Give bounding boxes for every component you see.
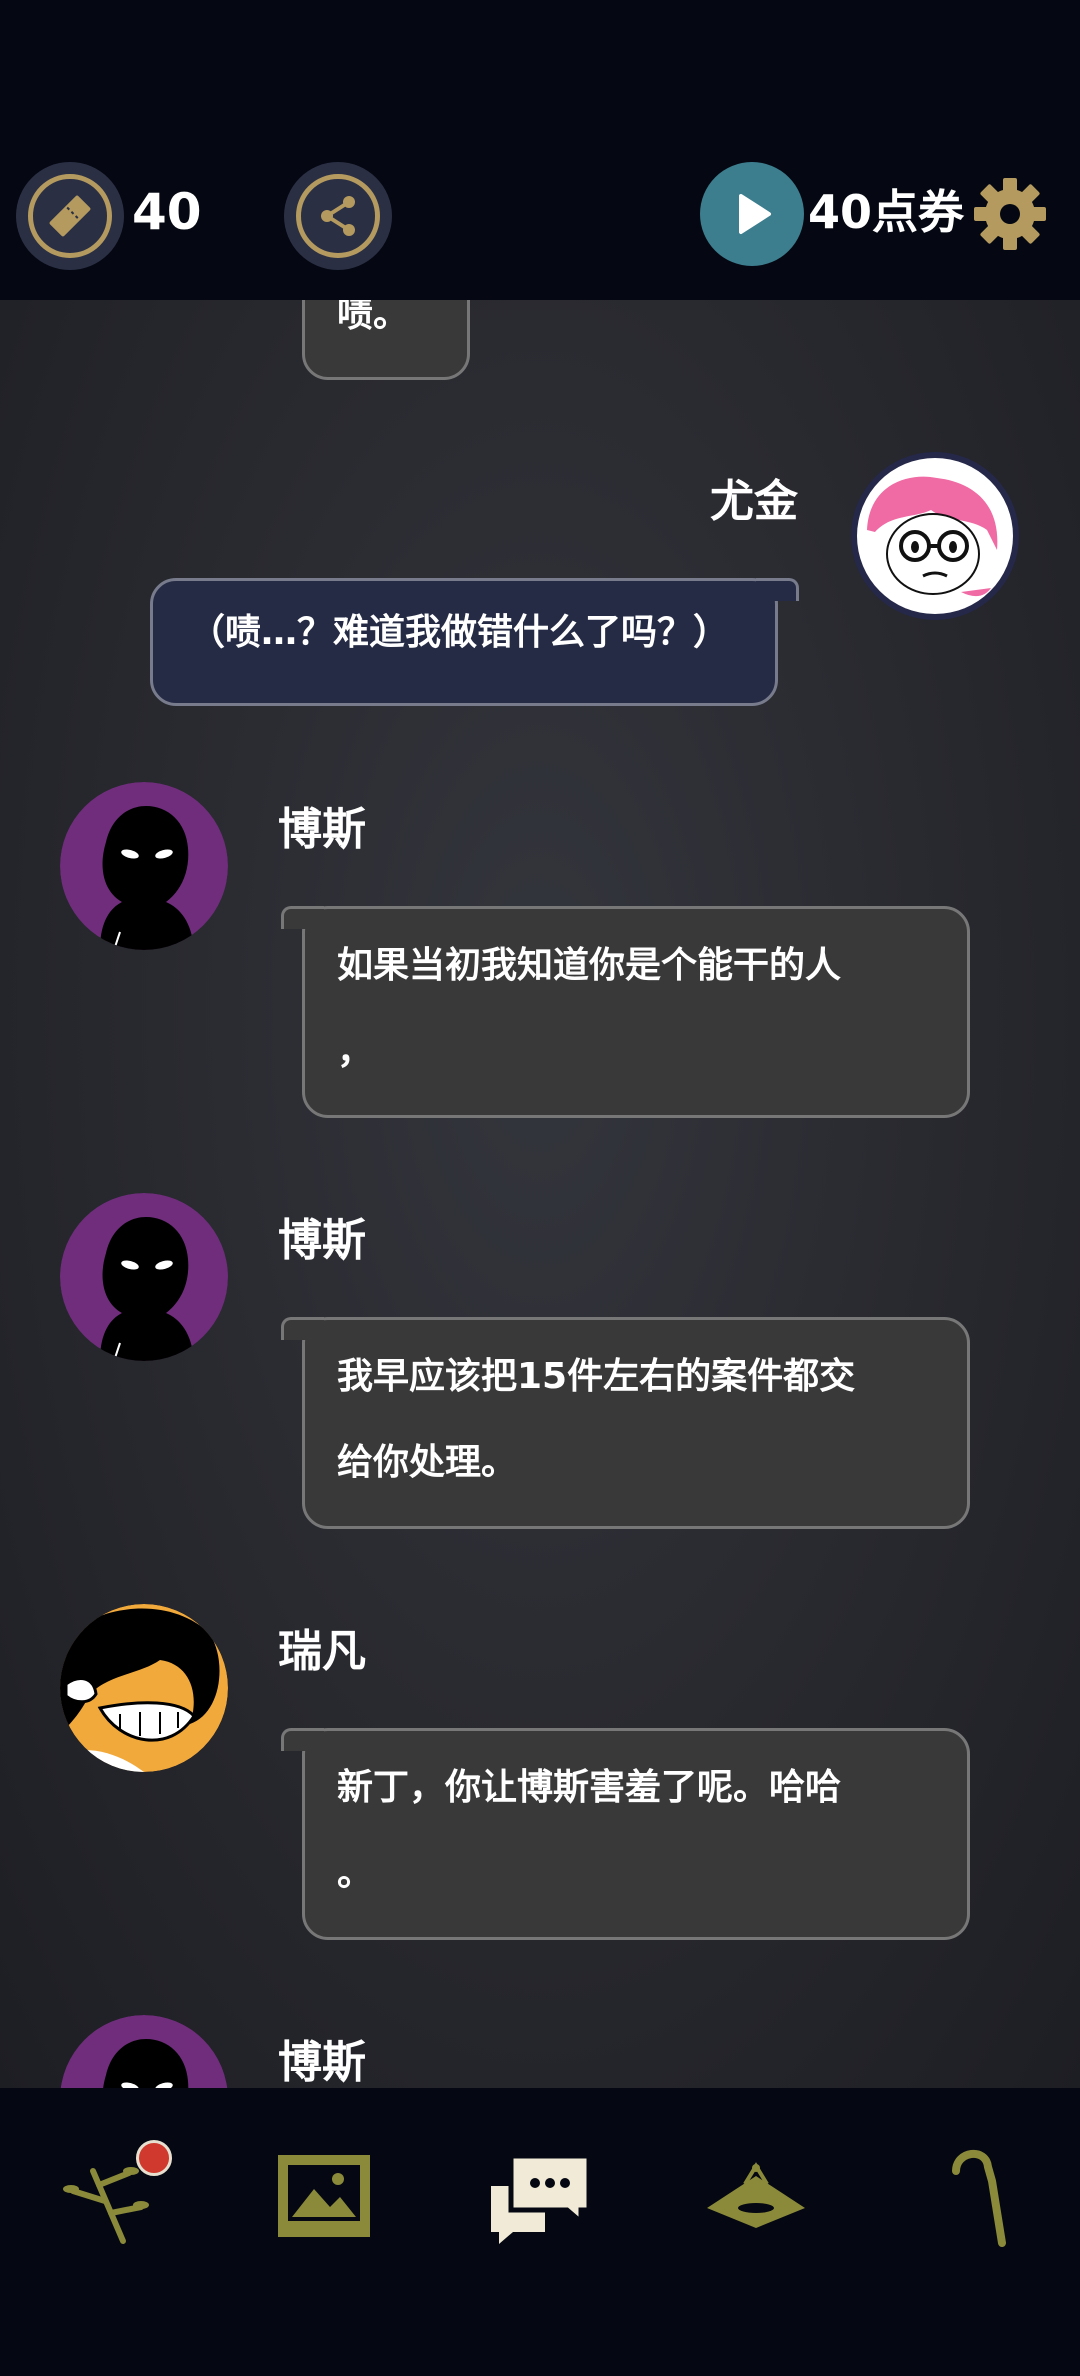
message-bubble: 新丁，你让博斯害羞了呢。哈哈 。 (281, 1728, 970, 1940)
play-button[interactable] (700, 162, 804, 266)
speaker-name: 博斯 (278, 2037, 366, 2088)
speaker-name: 博斯 (278, 1215, 366, 1266)
speaker-name: 尤金 (710, 476, 798, 527)
message-line: 如果当初我知道你是个能干的人 (337, 945, 842, 986)
nav-cane[interactable] (912, 2136, 1032, 2256)
nav-chat[interactable] (480, 2136, 600, 2256)
message-text: 啧。 (337, 300, 410, 335)
message-bubble-partial: 啧。 (302, 300, 470, 380)
chat-area[interactable]: 啧。 尤金 （啧…？难道我做错什么了吗？） 博斯 如果当初我知道你是个能干的人 … (0, 300, 1080, 2088)
message-line: 。 (337, 1853, 374, 1894)
speaker-name: 瑞凡 (278, 1626, 366, 1677)
nav-gallery[interactable] (264, 2136, 384, 2256)
boss-silhouette-icon (60, 1193, 228, 1361)
ticket-icon (49, 195, 91, 237)
gear-icon[interactable] (972, 176, 1048, 252)
gallery-icon (278, 2155, 370, 2237)
cane-icon (952, 2149, 1006, 2247)
avatar-ruifan[interactable] (60, 1604, 228, 1772)
message-line: 我早应该把15件左右的案件都交 (337, 1356, 856, 1397)
message-text: （啧…？难道我做错什么了吗？） (189, 612, 730, 653)
share-button[interactable] (284, 162, 392, 270)
message-bubble: 我早应该把15件左右的案件都交 给你处理。 (281, 1317, 970, 1529)
avatar-eugene[interactable] (851, 452, 1019, 620)
ruifan-avatar-icon (60, 1604, 228, 1772)
message-line: ， (337, 1031, 374, 1072)
play-icon (739, 194, 771, 234)
coupon-balance: 40点券 (808, 185, 965, 239)
bottom-nav (0, 2088, 1080, 2376)
nav-hat[interactable] (696, 2136, 816, 2256)
boss-silhouette-icon (60, 782, 228, 950)
eugene-avatar-icon (851, 452, 1019, 620)
ticket-button[interactable] (16, 162, 124, 270)
chat-icon (491, 2153, 592, 2244)
boss-silhouette-icon (60, 2015, 228, 2088)
top-bar: 40 40点券 (0, 0, 1080, 300)
avatar-boss[interactable] (60, 1193, 228, 1361)
avatar-boss[interactable] (60, 782, 228, 950)
nav-branch[interactable] (48, 2136, 172, 2256)
speaker-name: 博斯 (278, 804, 366, 855)
message-bubble-eugene: （啧…？难道我做错什么了吗？） (150, 578, 799, 706)
ticket-count: 40 (132, 183, 202, 241)
message-line: 新丁，你让博斯害羞了呢。哈哈 (337, 1767, 842, 1808)
notification-badge (136, 2140, 172, 2176)
hat-icon (707, 2162, 805, 2228)
message-line: 给你处理。 (337, 1442, 518, 1483)
message-bubble: 如果当初我知道你是个能干的人 ， (281, 906, 970, 1118)
avatar-boss[interactable] (60, 2015, 228, 2088)
share-icon (321, 196, 355, 236)
